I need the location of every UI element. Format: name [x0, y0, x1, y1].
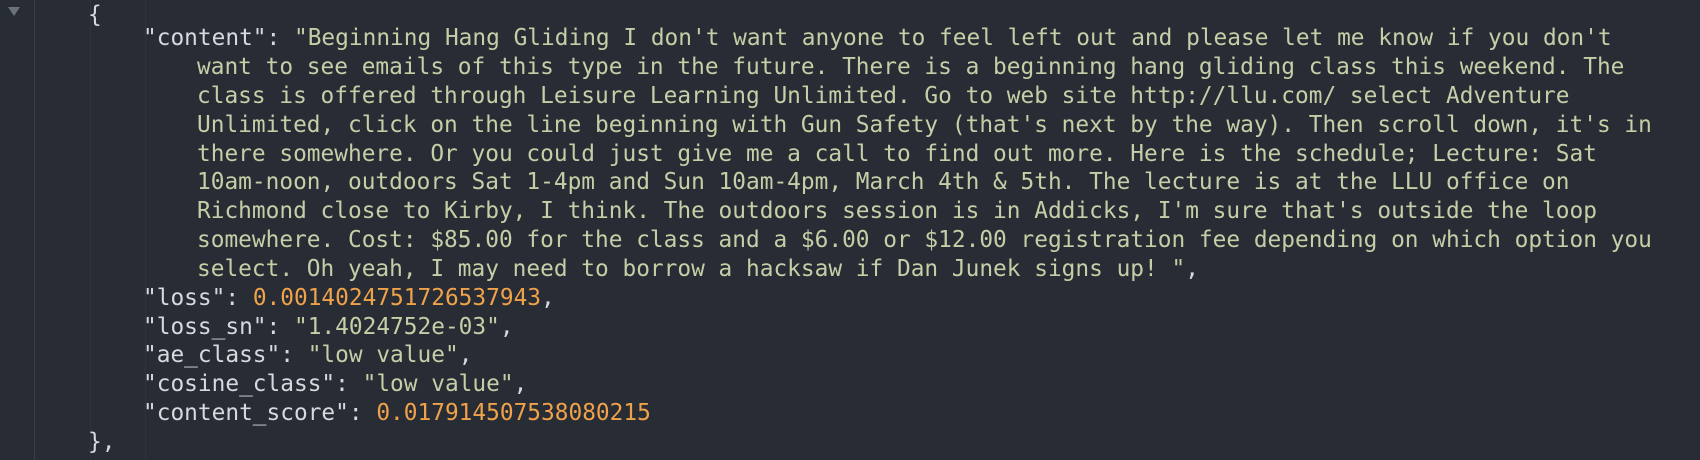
- code-editor[interactable]: { "content": "Beginning Hang Gliding I d…: [0, 0, 1700, 460]
- content-string-line: want to see emails of this type in the f…: [197, 54, 1625, 80]
- content-string-line: select. Oh yeah, I may need to borrow a …: [197, 256, 1186, 282]
- content-string-line: Richmond close to Kirby, I think. The ou…: [197, 198, 1597, 224]
- content-continuation: Richmond close to Kirby, I think. The ou…: [197, 197, 1597, 226]
- content-continuation: somewhere. Cost: $85.00 for the class an…: [197, 226, 1652, 255]
- loss-key: "loss": [143, 285, 226, 311]
- loss-sn-value: "1.4024752e-03": [293, 314, 500, 340]
- content-string-line: somewhere. Cost: $85.00 for the class an…: [197, 227, 1652, 253]
- open-brace: {: [88, 2, 102, 28]
- content-continuation: want to see emails of this type in the f…: [197, 53, 1624, 82]
- editor-gutter: [0, 0, 35, 460]
- content-score-key: "content_score": [143, 400, 349, 426]
- content-string-line: "Beginning Hang Gliding I don't want any…: [293, 25, 1612, 51]
- content-string-line: 10am-noon, outdoors Sat 1-4pm and Sun 10…: [197, 169, 1570, 195]
- loss-value: 0.0014024751726537943: [252, 285, 542, 311]
- fold-chevron-down-icon[interactable]: [8, 7, 20, 16]
- cosine-class-line: "cosine_class": "low value",: [143, 371, 528, 397]
- content-key: "content": [143, 25, 267, 51]
- content-line: "content": "Beginning Hang Gliding I don…: [143, 25, 1612, 51]
- loss-sn-line: "loss_sn": "1.4024752e-03",: [143, 314, 514, 340]
- content-string-line: Unlimited, click on the line beginning w…: [197, 112, 1652, 138]
- content-string-line: there somewhere. Or you could just give …: [197, 141, 1597, 167]
- content-score-value: 0.017914507538080215: [376, 400, 651, 426]
- content-continuation: select. Oh yeah, I may need to borrow a …: [197, 256, 1199, 282]
- ae-class-value: "low value": [307, 342, 459, 368]
- cosine-class-value: "low value": [362, 371, 514, 397]
- indent-guide: [90, 0, 91, 460]
- loss-line: "loss": 0.0014024751726537943,: [143, 285, 555, 311]
- content-continuation: there somewhere. Or you could just give …: [197, 140, 1597, 169]
- content-score-line: "content_score": 0.017914507538080215: [143, 400, 651, 426]
- content-continuation: class is offered through Leisure Learnin…: [197, 82, 1570, 111]
- content-continuation: 10am-noon, outdoors Sat 1-4pm and Sun 10…: [197, 168, 1570, 197]
- content-continuation: Unlimited, click on the line beginning w…: [197, 111, 1652, 140]
- cosine-class-key: "cosine_class": [143, 371, 336, 397]
- loss-sn-key: "loss_sn": [143, 314, 267, 340]
- close-brace: },: [88, 429, 116, 455]
- ae-class-line: "ae_class": "low value",: [143, 342, 473, 368]
- content-string-line: class is offered through Leisure Learnin…: [197, 83, 1570, 109]
- ae-class-key: "ae_class": [143, 342, 281, 368]
